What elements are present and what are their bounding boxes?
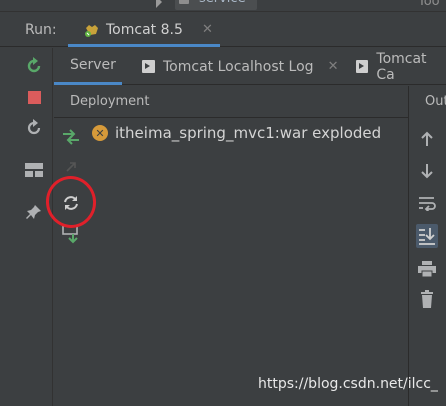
soft-wrap-icon[interactable]	[417, 193, 437, 213]
restart-icon[interactable]	[24, 118, 44, 138]
tab-bar: Server Tomcat Localhost Log ✕ Tomcat Ca	[54, 48, 446, 85]
folder-icon	[179, 0, 189, 4]
tab-label: Tomcat Ca	[376, 50, 427, 83]
rerun-icon[interactable]	[24, 56, 44, 76]
output-toolbar	[409, 119, 446, 406]
artifact-name: itheima_spring_mvc1:war exploded	[115, 124, 382, 142]
print-icon[interactable]	[417, 259, 437, 279]
tab-localhost-log[interactable]: Tomcat Localhost Log ✕	[142, 48, 338, 85]
artifact-row[interactable]: ✕ itheima_spring_mvc1:war exploded	[92, 121, 381, 145]
run-label: Run:	[25, 22, 57, 38]
console-icon	[142, 60, 155, 73]
error-icon: ✕	[92, 125, 108, 141]
close-icon[interactable]: ✕	[328, 59, 339, 74]
tab-server[interactable]: Server	[54, 48, 122, 85]
deployment-header: Deployment	[54, 86, 408, 118]
run-tool-window: service Too Run: Tomcat 8.5 ✕	[0, 0, 446, 406]
clear-icon[interactable]	[417, 289, 437, 309]
tab-label: Server	[70, 57, 116, 73]
down-arrow-icon[interactable]	[417, 161, 437, 181]
top-right-label: Too	[418, 0, 440, 9]
stop-icon[interactable]	[24, 87, 44, 107]
output-header: Out	[409, 86, 446, 118]
output-title: Out	[425, 94, 446, 109]
service-node[interactable]: service	[175, 0, 257, 10]
undeploy-icon[interactable]	[61, 157, 81, 177]
expand-arrow-icon[interactable]	[156, 0, 162, 8]
pin-icon[interactable]	[24, 202, 44, 222]
service-label: service	[199, 0, 246, 6]
console-icon	[356, 60, 369, 73]
tab-tomcat-config[interactable]: Tomcat 8.5 ✕	[68, 13, 220, 47]
layout-icon[interactable]	[24, 160, 44, 180]
deploy-all-icon[interactable]	[61, 127, 81, 147]
deployment-toolbar	[54, 119, 88, 406]
deployment-title: Deployment	[70, 94, 150, 109]
top-strip: service Too	[0, 0, 446, 12]
tab-label: Tomcat Localhost Log	[163, 58, 314, 75]
tab-title: Tomcat 8.5	[106, 22, 183, 38]
run-bar: Run: Tomcat 8.5 ✕	[0, 13, 446, 47]
tomcat-icon	[85, 25, 98, 37]
watermark-text: https://blog.csdn.net/ilcc_	[258, 376, 438, 392]
deployment-panel: ✕ itheima_spring_mvc1:war exploded	[54, 119, 408, 406]
tab-catalina-log[interactable]: Tomcat Ca	[356, 48, 446, 85]
scroll-to-end-icon[interactable]	[416, 224, 438, 248]
up-arrow-icon[interactable]	[417, 129, 437, 149]
left-toolbar	[0, 48, 53, 406]
close-icon[interactable]: ✕	[202, 22, 213, 37]
